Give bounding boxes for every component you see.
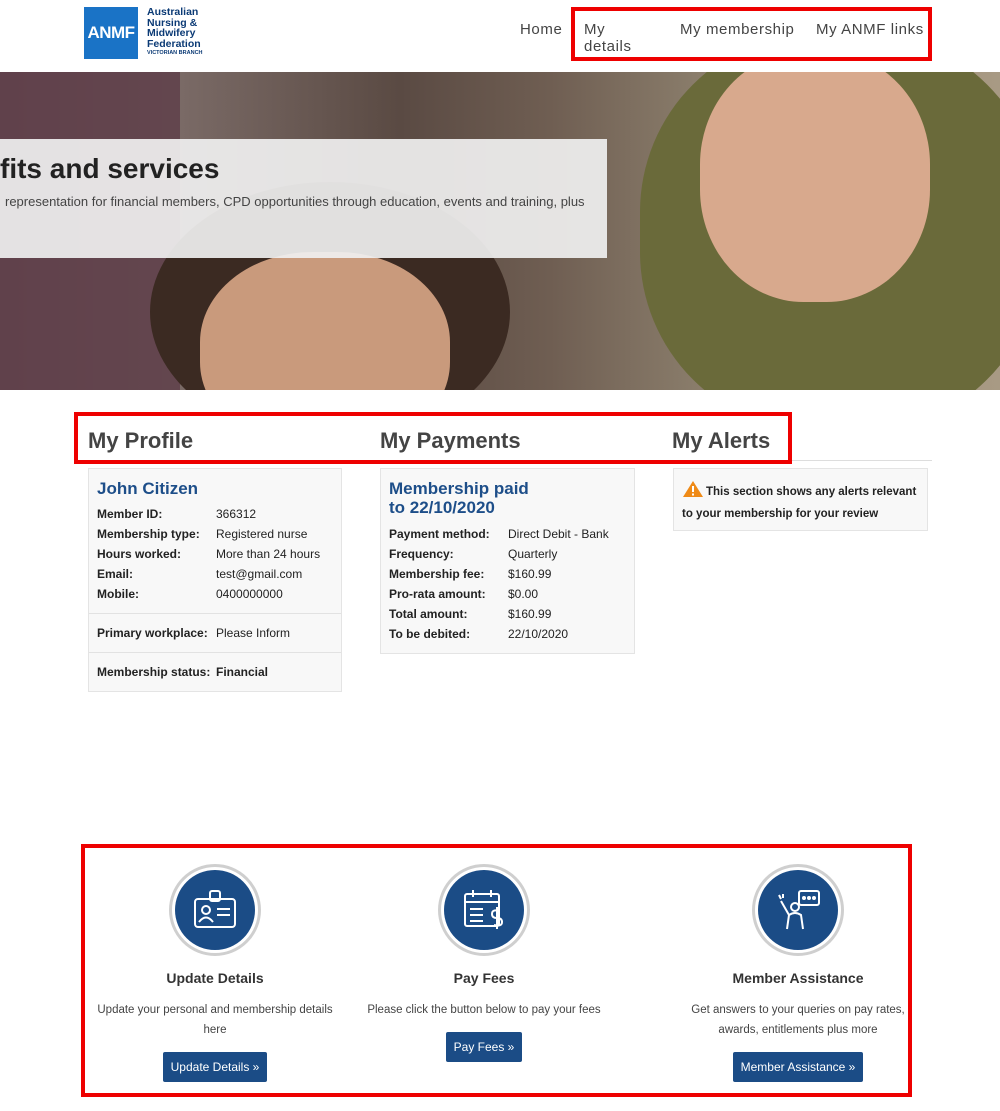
payment-row-label: Frequency:: [389, 547, 454, 561]
hero-title: fits and services: [0, 153, 220, 184]
profile-row: Email: test@gmail.com: [97, 567, 302, 581]
nav-my-details[interactable]: My details: [584, 21, 632, 55]
service-icon-ring: [169, 864, 261, 956]
profile-name: John Citizen: [97, 479, 199, 498]
profile-row-value: 366312: [216, 507, 257, 521]
payments-title-line-2: to 22/10/2020: [389, 498, 495, 517]
site-header: ANMF Australian Nursing & Midwifery Fede…: [0, 0, 1000, 72]
profile-row-value: Registered nurse: [216, 527, 308, 541]
section-divider: [88, 460, 932, 461]
service-description: Update your personal and membership deta…: [97, 1004, 333, 1036]
payment-row-label: Membership fee:: [389, 567, 485, 581]
profile-card: John Citizen Member ID: 366312 Membershi…: [88, 468, 342, 692]
id-card-icon: [175, 870, 255, 950]
section-my-alerts: My Alerts: [672, 428, 771, 453]
anmf-logo[interactable]: ANMF Australian Nursing & Midwifery Fede…: [84, 7, 204, 63]
payment-row-label: Payment method:: [389, 527, 490, 541]
update-details-button[interactable]: Update Details »: [162, 1052, 268, 1082]
payment-row-value: $160.99: [508, 607, 552, 621]
payment-row-label: Pro-rata amount:: [389, 587, 486, 601]
alert-message: This section shows any alerts relevant t…: [682, 480, 922, 525]
profile-row: Member ID: 366312: [97, 507, 256, 521]
profile-row: Hours worked: More than 24 hours: [97, 547, 320, 561]
logo-line-3: Midwifery: [147, 27, 196, 39]
profile-row-value: 0400000000: [216, 587, 283, 601]
assistance-icon: [758, 870, 838, 950]
nav-home[interactable]: Home: [520, 21, 562, 38]
service-title: Update Details: [166, 970, 264, 986]
calendar-dollar-icon: [444, 870, 524, 950]
service-title: Member Assistance: [732, 970, 864, 986]
status-label: Membership status:: [97, 665, 211, 679]
payment-row-value: 22/10/2020: [508, 627, 569, 641]
payment-row: Frequency: Quarterly: [389, 547, 557, 561]
logo-text: Australian Nursing & Midwifery Federatio…: [147, 7, 203, 57]
alert-text: This section shows any alerts relevant t…: [682, 486, 917, 520]
payment-row-value: Direct Debit - Bank: [508, 527, 609, 541]
hero-photo-face-right: [700, 72, 930, 302]
profile-row-label: Hours worked:: [97, 547, 182, 561]
warning-icon: [683, 481, 703, 497]
pay-fees-button[interactable]: Pay Fees »: [445, 1032, 523, 1062]
service-icon-ring: [752, 864, 844, 956]
profile-divider: [89, 613, 341, 614]
payment-row: To be debited: 22/10/2020: [389, 627, 568, 641]
profile-row-label: Membership type:: [97, 527, 200, 541]
payment-row-value: Quarterly: [508, 547, 558, 561]
profile-workplace-row: Primary workplace: Please Inform: [97, 626, 290, 640]
profile-row-label: Email:: [97, 567, 134, 581]
service-icon-ring: [438, 864, 530, 956]
payment-row: Payment method: Direct Debit - Bank: [389, 527, 609, 541]
hero-text: representation for financial members, CP…: [5, 194, 585, 209]
alerts-card: This section shows any alerts relevant t…: [673, 468, 928, 531]
status-value: Financial: [216, 665, 269, 679]
logo-branch: VICTORIAN BRANCH: [147, 50, 203, 56]
profile-row: Mobile: 0400000000: [97, 587, 283, 601]
profile-status-row: Membership status: Financial: [97, 665, 268, 679]
service-description: Please click the button below to pay you…: [367, 1004, 601, 1016]
hero-banner: fits and services representation for fin…: [0, 72, 1000, 390]
workplace-value: Please Inform: [216, 626, 291, 640]
logo-line-4: Federation: [147, 37, 201, 50]
payments-title: Membership paid to 22/10/2020: [389, 479, 529, 517]
hero-caption: fits and services representation for fin…: [0, 139, 607, 258]
nav-my-anmf-links[interactable]: My ANMF links: [816, 21, 924, 38]
profile-row-label: Member ID:: [97, 507, 163, 521]
payment-row-label: Total amount:: [389, 607, 468, 621]
service-description: Get answers to your queries on pay rates…: [691, 1004, 905, 1036]
payments-card: Membership paid to 22/10/2020 Payment me…: [380, 468, 635, 654]
member-assistance-button[interactable]: Member Assistance »: [732, 1052, 864, 1082]
payment-row-value: $0.00: [508, 587, 539, 601]
logo-line-1: Australian: [147, 6, 199, 18]
payment-row: Pro-rata amount: $0.00: [389, 587, 538, 601]
profile-divider: [89, 652, 341, 653]
service-update-details: Update Details Update your personal and …: [95, 864, 335, 1082]
profile-row: Membership type: Registered nurse: [97, 527, 307, 541]
payment-row: Total amount: $160.99: [389, 607, 551, 621]
section-my-payments: My Payments: [380, 428, 521, 453]
service-title: Pay Fees: [453, 970, 515, 986]
logo-mark: ANMF: [84, 7, 138, 59]
payment-row-label: To be debited:: [389, 627, 471, 641]
workplace-label: Primary workplace:: [97, 626, 208, 640]
payments-title-line-1: Membership paid: [389, 479, 529, 498]
service-member-assistance: Member Assistance Get answers to your qu…: [678, 864, 918, 1082]
payment-row: Membership fee: $160.99: [389, 567, 551, 581]
nav-my-membership[interactable]: My membership: [680, 21, 795, 38]
section-my-profile: My Profile: [88, 428, 194, 453]
service-pay-fees: Pay Fees Please click the button below t…: [364, 864, 604, 1062]
payment-row-value: $160.99: [508, 567, 552, 581]
profile-row-label: Mobile:: [97, 587, 139, 601]
profile-row-value: test@gmail.com: [216, 567, 303, 581]
profile-row-value: More than 24 hours: [216, 547, 321, 561]
